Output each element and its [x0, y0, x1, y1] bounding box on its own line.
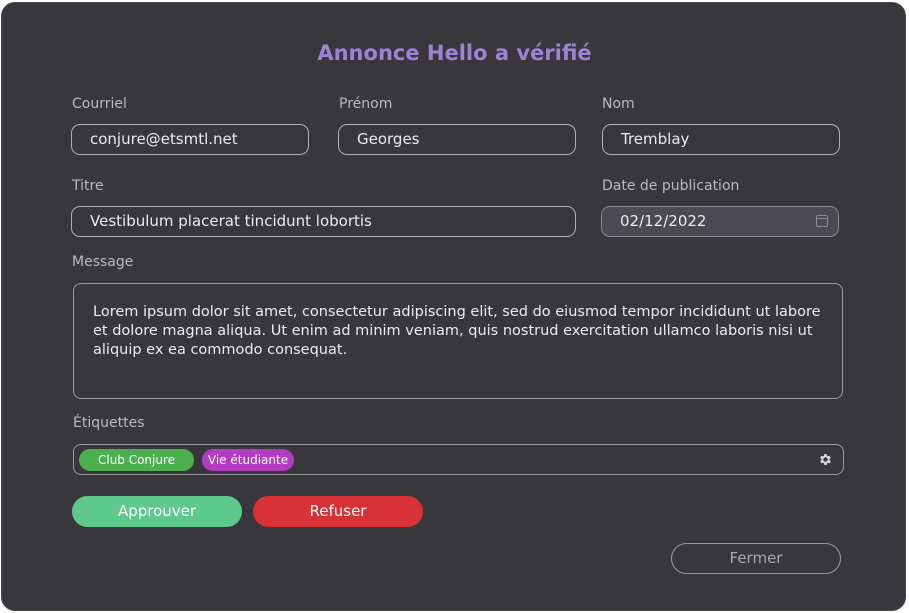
first-name-field[interactable]: Georges [338, 124, 576, 155]
tag-chip-vie-etudiante[interactable]: Vie étudiante [202, 449, 294, 471]
publish-date-field[interactable]: 02/12/2022 [601, 206, 839, 237]
modal-title: Annonce Hello a vérifié [317, 41, 592, 65]
gear-icon[interactable] [818, 452, 833, 467]
publish-date-value: 02/12/2022 [620, 212, 707, 230]
title-label: Titre [72, 178, 104, 194]
tags-input[interactable]: Club Conjure Vie étudiante [73, 444, 844, 475]
tags-label: Étiquettes [73, 415, 145, 431]
tag-chip-club-conjure[interactable]: Club Conjure [79, 449, 194, 471]
publish-date-label: Date de publication [602, 178, 740, 194]
last-name-field[interactable]: Tremblay [602, 124, 840, 155]
first-name-label: Prénom [339, 96, 393, 112]
title-field[interactable]: Vestibulum placerat tincidunt lobortis [71, 206, 576, 237]
announcement-review-modal: Annonce Hello a vérifié Courriel conjure… [1, 2, 906, 611]
close-button[interactable]: Fermer [671, 543, 841, 574]
approve-button[interactable]: Approuver [72, 496, 242, 527]
last-name-label: Nom [602, 96, 635, 112]
calendar-icon[interactable] [816, 215, 828, 227]
message-textarea[interactable]: Lorem ipsum dolor sit amet, consectetur … [73, 283, 843, 399]
refuse-button[interactable]: Refuser [253, 496, 423, 527]
message-label: Message [72, 254, 134, 270]
email-field[interactable]: conjure@etsmtl.net [71, 124, 309, 155]
email-label: Courriel [72, 96, 127, 112]
